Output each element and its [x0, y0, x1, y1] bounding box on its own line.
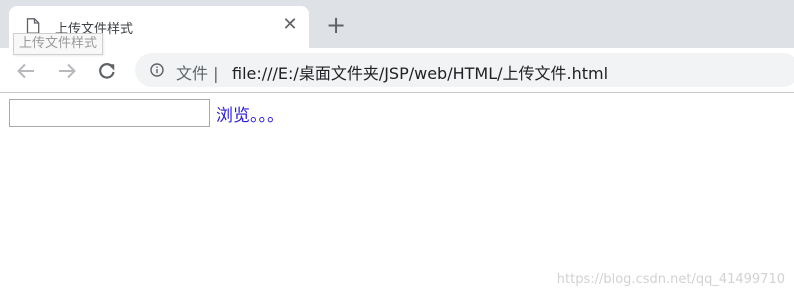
browser-toolbar: 文件 | file:///E:/桌面文件夹/JSP/web/HTML/上传文件.… [0, 48, 794, 93]
site-info-chip[interactable]: 文件 | [176, 60, 218, 84]
arrow-left-icon[interactable] [14, 59, 38, 83]
tab-tooltip: 上传文件样式 [13, 33, 104, 55]
plus-icon[interactable]: + [325, 13, 347, 37]
address-bar[interactable]: 文件 | file:///E:/桌面文件夹/JSP/web/HTML/上传文件.… [135, 53, 794, 87]
reload-icon[interactable] [95, 59, 119, 83]
info-icon[interactable] [150, 63, 164, 77]
close-icon[interactable]: ✕ [281, 16, 299, 34]
browse-link[interactable]: 浏览。。。 [216, 101, 284, 126]
file-path-input[interactable] [9, 99, 210, 127]
watermark: https://blog.csdn.net/qq_41499710 [556, 272, 785, 287]
tab-strip: 上传文件样式 ✕ + [0, 0, 794, 48]
arrow-right-icon[interactable] [55, 59, 79, 83]
url-text[interactable]: file:///E:/桌面文件夹/JSP/web/HTML/上传文件.html [232, 60, 608, 84]
page-content: 浏览。。。 https://blog.csdn.net/qq_41499710 [0, 94, 794, 296]
document-icon [26, 18, 40, 34]
